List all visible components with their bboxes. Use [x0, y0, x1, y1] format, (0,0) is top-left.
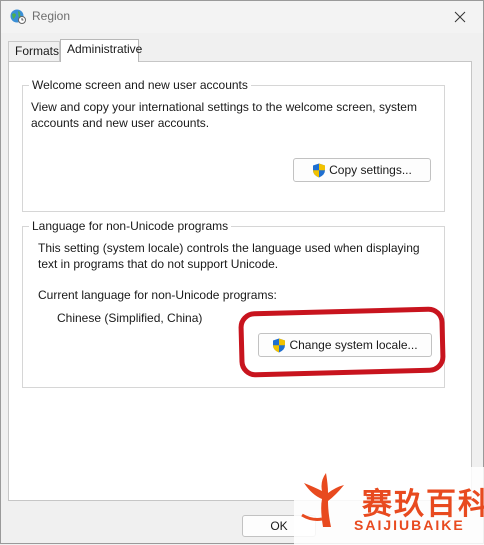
- non-unicode-group-title: Language for non-Unicode programs: [29, 219, 232, 233]
- current-language-value: Chinese (Simplified, China): [57, 311, 203, 325]
- watermark: 赛玖百科 SAIJIUBAIKE: [294, 467, 484, 545]
- region-dialog: Region Formats Administrative Welcome sc…: [0, 0, 484, 545]
- close-icon: [454, 11, 466, 23]
- non-unicode-description-line-2: text in programs that do not support Uni…: [38, 257, 279, 271]
- welcome-group-title: Welcome screen and new user accounts: [29, 78, 251, 92]
- administrative-panel: Welcome screen and new user accounts Vie…: [8, 61, 472, 501]
- title-bar: Region: [1, 1, 483, 33]
- window-title: Region: [32, 9, 71, 23]
- close-button[interactable]: [437, 1, 483, 33]
- copy-settings-button[interactable]: Copy settings...: [293, 158, 431, 182]
- current-language-label: Current language for non-Unicode program…: [38, 288, 277, 302]
- whale-tail-logo-icon: [301, 473, 344, 527]
- welcome-description-line-1: View and copy your international setting…: [31, 100, 417, 114]
- non-unicode-description-line-1: This setting (system locale) controls th…: [38, 241, 420, 255]
- globe-clock-icon: [10, 9, 26, 24]
- tab-administrative[interactable]: Administrative: [60, 39, 142, 62]
- red-highlight-annotation: [238, 306, 446, 378]
- welcome-screen-group: Welcome screen and new user accounts Vie…: [22, 78, 445, 212]
- uac-shield-icon: [313, 163, 326, 177]
- tab-formats[interactable]: Formats: [8, 41, 60, 61]
- watermark-latin-text: SAIJIUBAIKE: [354, 517, 465, 533]
- welcome-description-line-2: accounts and new user accounts.: [31, 116, 210, 130]
- copy-settings-label: Copy settings...: [329, 163, 412, 177]
